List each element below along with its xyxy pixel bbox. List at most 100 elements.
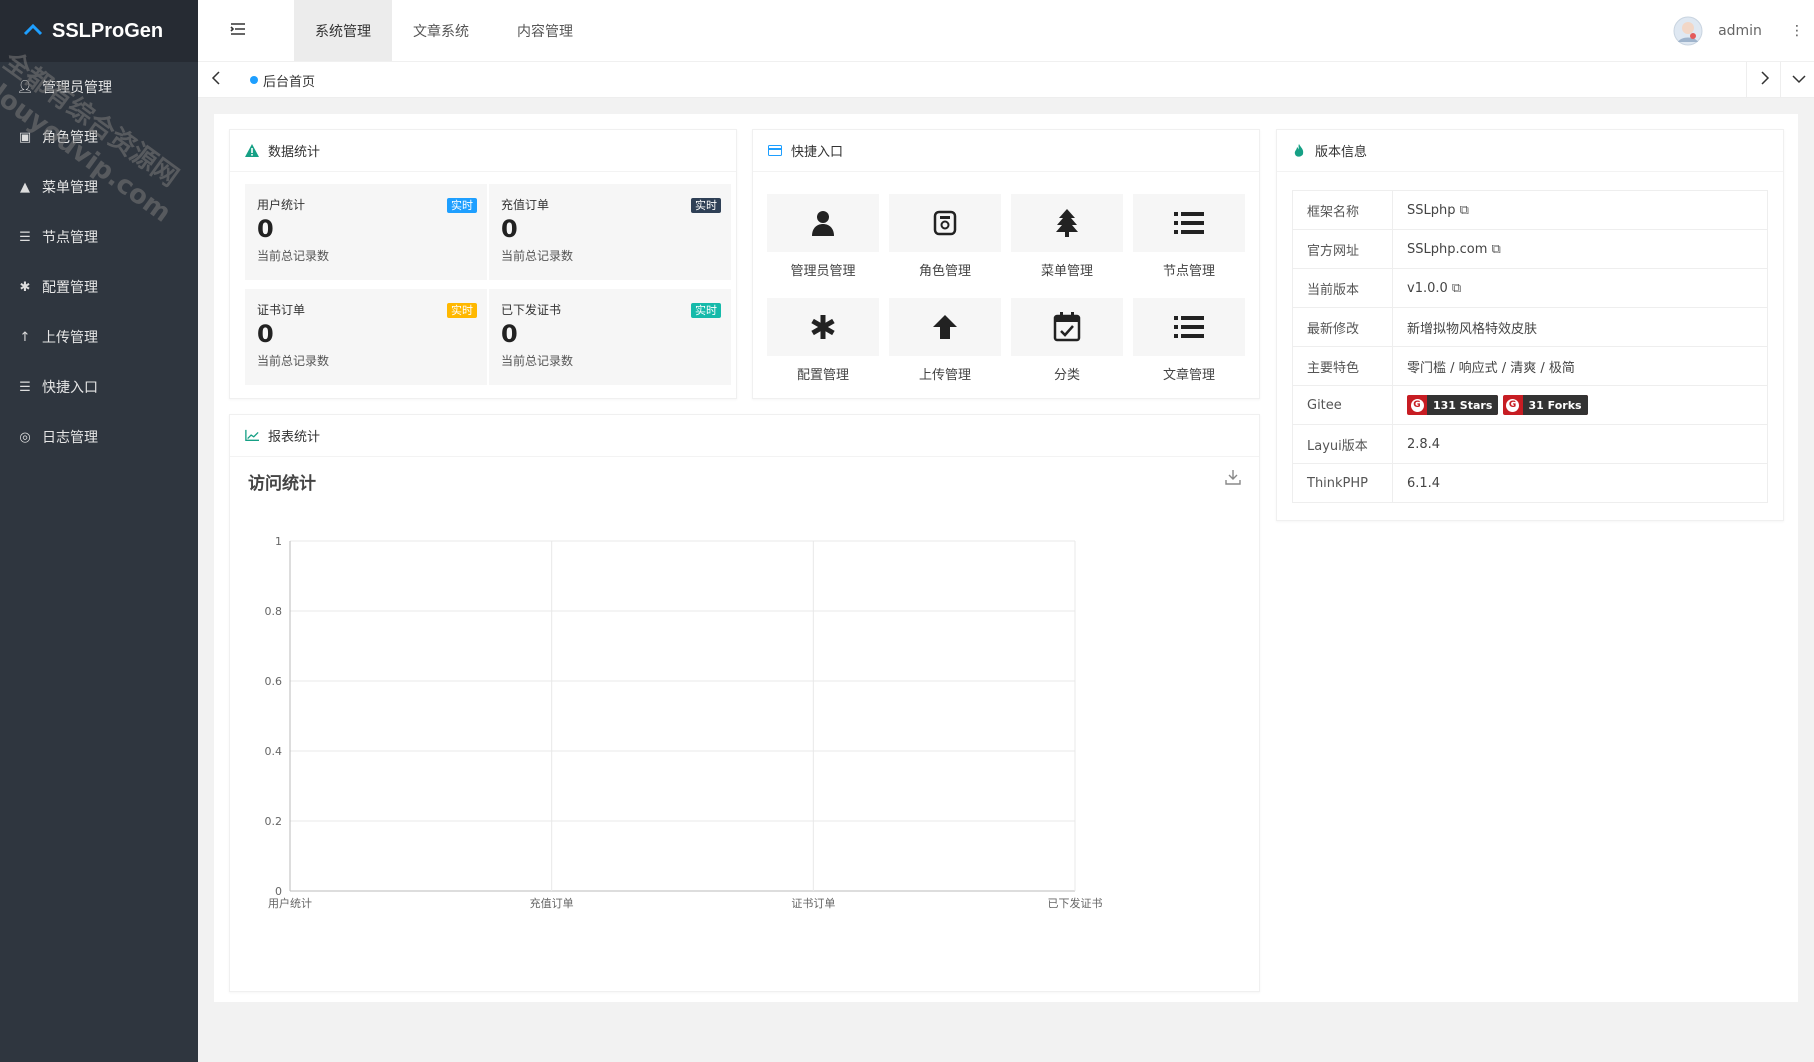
stats-card-title: 数据统计	[268, 145, 321, 160]
logo[interactable]: SSLProGen	[0, 0, 198, 62]
sidebar-item-label: 节点管理	[42, 230, 98, 246]
stat-value: 0	[501, 215, 518, 243]
header-menu-system[interactable]: 系统管理	[294, 0, 392, 61]
sidebar-item-label: 日志管理	[42, 430, 98, 446]
tree-icon	[1056, 209, 1078, 237]
role-icon	[933, 210, 957, 236]
quick-entry-header: 快捷入口	[753, 130, 1259, 172]
sidebar-item-admin[interactable]: 👤︎ 管理员管理	[0, 62, 198, 112]
quick-item-label: 上传管理	[918, 368, 971, 383]
quick-item-config[interactable]: 配置管理	[767, 298, 879, 383]
arrow-up-icon	[933, 315, 957, 339]
y-tick-label: 0.2	[265, 815, 283, 828]
tabs-left-button[interactable]	[198, 62, 234, 98]
table-row: 主要特色 零门槛 / 响应式 / 清爽 / 极简	[1292, 346, 1768, 386]
version-key: 最新修改	[1292, 307, 1393, 347]
header-menu-content[interactable]: 内容管理	[490, 0, 600, 61]
version-value: 新增拟物风格特效皮肤	[1392, 307, 1768, 347]
warning-icon	[245, 144, 259, 158]
quick-item-menu[interactable]: 菜单管理	[1011, 194, 1123, 279]
stats-card-header: 数据统计	[230, 130, 736, 172]
chevron-right-icon	[1760, 71, 1770, 89]
page-tabs-bar: 后台首页	[198, 62, 1814, 98]
list-icon: ☰	[19, 379, 31, 395]
tabs-right-button[interactable]	[1746, 62, 1782, 98]
stat-issued-cert: 已下发证书 实时 0 当前总记录数	[489, 289, 731, 385]
sidebar-item-menu[interactable]: ▲ 菜单管理	[0, 162, 198, 212]
sidebar-item-label: 配置管理	[42, 280, 98, 296]
copy-icon[interactable]: ⧉	[1452, 281, 1461, 296]
table-row: Gitee G 131 Stars G 31 Forks	[1292, 385, 1768, 425]
sidebar-item-config[interactable]: ✱ 配置管理	[0, 262, 198, 312]
sidebar-item-quick[interactable]: ☰ 快捷入口	[0, 362, 198, 412]
version-value-cell: SSLphp ⧉	[1392, 190, 1768, 230]
sidebar-toggle-button[interactable]	[218, 0, 258, 61]
version-card-title: 版本信息	[1315, 145, 1368, 160]
quick-item-upload[interactable]: 上传管理	[889, 298, 1001, 383]
gitee-badges: G 131 Stars G 31 Forks	[1392, 385, 1768, 425]
quick-item-article[interactable]: 文章管理	[1133, 298, 1245, 383]
quick-item-node[interactable]: 节点管理	[1133, 194, 1245, 279]
realtime-badge: 实时	[447, 303, 477, 318]
list-icon	[1174, 316, 1204, 338]
download-icon[interactable]	[1225, 469, 1241, 489]
stat-recharge: 充值订单 实时 0 当前总记录数	[489, 184, 731, 280]
version-value: v1.0.0	[1407, 280, 1448, 296]
arrow-up-icon: ↑	[19, 329, 31, 345]
version-key: Gitee	[1292, 385, 1393, 425]
tabs-dropdown-button[interactable]	[1780, 62, 1814, 98]
version-card-header: 版本信息	[1277, 130, 1783, 172]
table-row: 当前版本 v1.0.0 ⧉	[1292, 268, 1768, 308]
version-key: 官方网址	[1292, 229, 1393, 269]
more-options-icon[interactable]: ⋮	[1782, 0, 1812, 61]
quick-item-role[interactable]: 角色管理	[889, 194, 1001, 279]
list-icon	[1174, 212, 1204, 234]
copy-icon[interactable]: ⧉	[1460, 203, 1469, 218]
version-value: SSLphp	[1407, 202, 1456, 218]
credit-card-icon	[768, 144, 782, 158]
version-card: 版本信息 框架名称 SSLphp ⧉ 官方网址 SSLphp.com ⧉ 当前版本 v…	[1276, 129, 1784, 521]
username[interactable]: admin	[1710, 0, 1770, 61]
table-row: ThinkPHP 6.1.4	[1292, 463, 1768, 503]
realtime-badge: 实时	[447, 198, 477, 213]
quick-item-label: 角色管理	[918, 264, 971, 279]
asterisk-icon	[811, 315, 835, 339]
x-tick-label: 用户统计	[268, 896, 312, 910]
avatar[interactable]	[1668, 0, 1708, 61]
page-tab-home[interactable]: 后台首页	[240, 66, 325, 94]
gitee-icon: G	[1410, 398, 1424, 412]
sidebar-item-role[interactable]: ▣ 角色管理	[0, 112, 198, 162]
gitee-stars-badge[interactable]: G 131 Stars	[1407, 395, 1499, 415]
quick-item-category[interactable]: 分类	[1011, 298, 1123, 383]
sidebar-item-label: 管理员管理	[42, 80, 112, 96]
report-card-header: 报表统计	[230, 415, 1259, 457]
copy-icon[interactable]: ⧉	[1492, 242, 1501, 257]
stat-cert-order: 证书订单 实时 0 当前总记录数	[245, 289, 487, 385]
table-row: 最新修改 新增拟物风格特效皮肤	[1292, 307, 1768, 347]
version-value: 2.8.4	[1392, 424, 1768, 464]
y-tick-label: 1	[275, 535, 282, 548]
sidebar-item-label: 快捷入口	[42, 380, 98, 396]
stat-value: 0	[257, 320, 274, 348]
x-tick-label: 充值订单	[530, 896, 574, 910]
version-key: 当前版本	[1292, 268, 1393, 308]
realtime-badge: 实时	[691, 198, 721, 213]
quick-item-admin[interactable]: 管理员管理	[767, 194, 879, 279]
gitee-forks-badge[interactable]: G 31 Forks	[1502, 395, 1588, 415]
quick-item-label: 节点管理	[1162, 264, 1215, 279]
version-key: 框架名称	[1292, 190, 1393, 230]
version-key: ThinkPHP	[1292, 463, 1393, 503]
stat-title: 证书订单	[257, 303, 306, 317]
sidebar-item-node[interactable]: ☰ 节点管理	[0, 212, 198, 262]
sidebar: SSLProGen 👤︎ 管理员管理 ▣ 角色管理 ▲ 菜单管理 ☰ 节点管理 ✱ 配置管…	[0, 0, 198, 1062]
stats-card: 数据统计 用户统计 实时 0 当前总记录数 充值订单 实时 0 当前总记录数 证…	[229, 129, 737, 399]
version-value-cell: v1.0.0 ⧉	[1392, 268, 1768, 308]
sidebar-menu: 👤︎ 管理员管理 ▣ 角色管理 ▲ 菜单管理 ☰ 节点管理 ✱ 配置管理 ↑ 上传管理 ☰ 快…	[0, 62, 198, 462]
fire-icon	[1292, 143, 1306, 158]
header-menu-article[interactable]: 文章系统	[392, 0, 490, 61]
sidebar-item-upload[interactable]: ↑ 上传管理	[0, 312, 198, 362]
version-value: 零门槛 / 响应式 / 清爽 / 极简	[1392, 346, 1768, 386]
tree-icon: ▲	[20, 179, 30, 195]
sidebar-item-log[interactable]: ◎ 日志管理	[0, 412, 198, 462]
asterisk-icon: ✱	[19, 279, 31, 295]
